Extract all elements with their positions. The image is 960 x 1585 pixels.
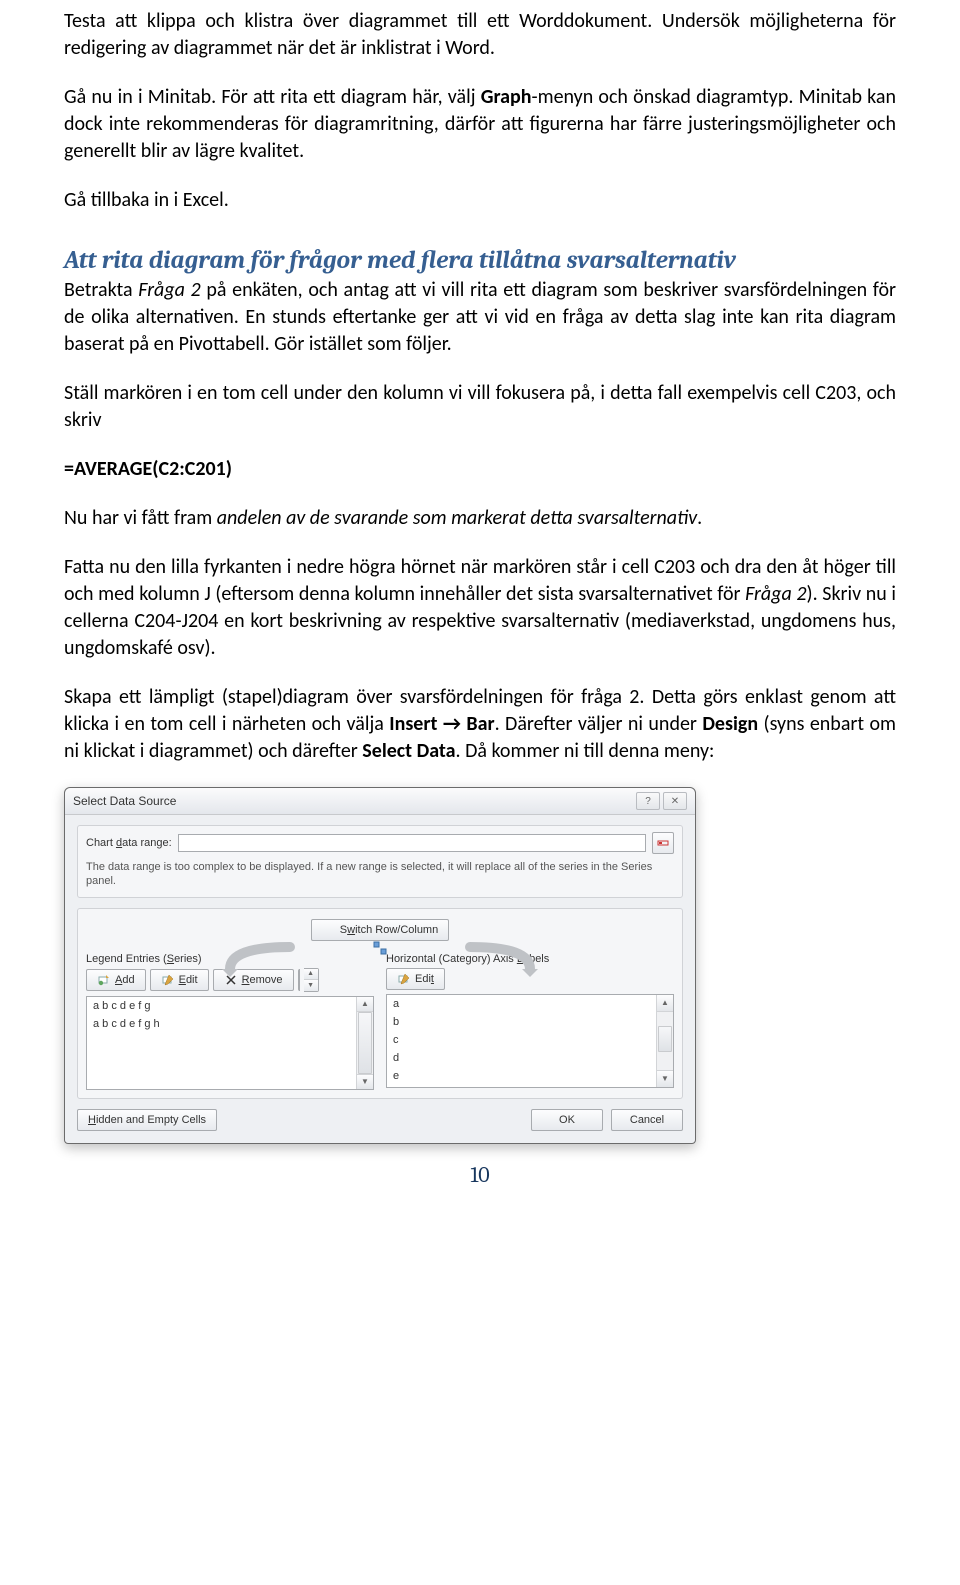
dialog-body: Chart data range: The data range is too … bbox=[65, 815, 695, 1143]
paragraph: Gå nu in i Minitab. För att rita ett dia… bbox=[64, 84, 896, 165]
legend-entries-column: Legend Entries (Series) Add bbox=[86, 953, 374, 1090]
text-run: . Därefter väljer ni under bbox=[495, 712, 703, 736]
axis-labels-listbox[interactable]: a b c d e ▲ ▼ bbox=[386, 994, 674, 1088]
text-run-italic: Fråga 2 bbox=[745, 582, 806, 606]
range-picker-button[interactable] bbox=[652, 832, 674, 854]
move-series-updown[interactable]: ▲ ▼ bbox=[304, 968, 319, 992]
list-item[interactable]: b bbox=[387, 1013, 673, 1031]
text-run: Gå nu in i Minitab. För att rita ett dia… bbox=[64, 85, 481, 109]
paragraph: Nu har vi fått fram andelen av de svaran… bbox=[64, 505, 896, 532]
text-run-bold: Select Data bbox=[362, 739, 455, 763]
series-listbox[interactable]: a b c d e f g a b c d e f g h ▲ ▼ bbox=[86, 996, 374, 1090]
scroll-down-icon: ▼ bbox=[657, 1070, 673, 1087]
ok-button[interactable]: OK bbox=[531, 1109, 603, 1131]
range-note: The data range is too complex to be disp… bbox=[86, 860, 674, 889]
section-heading: Att rita diagram för frågor med flera ti… bbox=[64, 246, 896, 275]
chart-data-range-input[interactable] bbox=[178, 834, 646, 852]
paragraph: Fatta nu den lilla fyrkanten i nedre hög… bbox=[64, 554, 896, 662]
remove-series-button[interactable]: Remove bbox=[213, 969, 294, 991]
axis-labels-column: Horizontal (Category) Axis Labels Edit bbox=[386, 953, 674, 1090]
move-up-icon: ▲ bbox=[304, 969, 318, 981]
range-label: Chart data range: bbox=[86, 837, 172, 849]
remove-icon bbox=[224, 973, 238, 987]
cancel-button[interactable]: Cancel bbox=[611, 1109, 683, 1131]
list-item[interactable]: a b c d e f g bbox=[87, 997, 373, 1015]
close-button[interactable]: ✕ bbox=[663, 792, 687, 810]
scroll-up-icon: ▲ bbox=[357, 997, 373, 1012]
paragraph: Betrakta Fråga 2 på enkäten, och antag a… bbox=[64, 277, 896, 358]
edit-icon bbox=[161, 973, 175, 987]
edit-icon bbox=[397, 972, 411, 986]
dialog-title: Select Data Source bbox=[73, 794, 633, 808]
dialog-screenshot: Select Data Source ? ✕ Chart data range: bbox=[64, 787, 896, 1144]
list-item[interactable]: d bbox=[387, 1049, 673, 1067]
page-number: 10 bbox=[64, 1162, 896, 1188]
axis-labels-label: Horizontal (Category) Axis Labels bbox=[386, 953, 674, 965]
help-button[interactable]: ? bbox=[636, 792, 660, 810]
paragraph: Ställ markören i en tom cell under den k… bbox=[64, 380, 896, 434]
paragraph: Gå tillbaka in i Excel. bbox=[64, 187, 896, 214]
collapse-dialog-icon bbox=[657, 837, 669, 849]
switch-icon bbox=[322, 923, 336, 937]
text-run: Nu har vi fått fram bbox=[64, 506, 217, 530]
text-run-bold: Graph bbox=[481, 85, 532, 109]
document-page: Testa att klippa och klistra över diagra… bbox=[0, 0, 960, 1208]
switch-row-column-button[interactable]: Switch Row/Column bbox=[311, 919, 449, 941]
edit-series-button[interactable]: Edit bbox=[150, 969, 209, 991]
list-item[interactable]: c bbox=[387, 1031, 673, 1049]
select-data-source-dialog: Select Data Source ? ✕ Chart data range: bbox=[64, 787, 696, 1144]
text-run: Betrakta bbox=[64, 278, 138, 302]
text-run-italic: Fråga 2 bbox=[138, 278, 200, 302]
scrollbar[interactable]: ▲ ▼ bbox=[356, 997, 373, 1089]
dialog-titlebar: Select Data Source ? ✕ bbox=[65, 788, 695, 815]
edit-axis-labels-button[interactable]: Edit bbox=[386, 968, 445, 990]
list-item[interactable]: a b c d e f g h bbox=[87, 1015, 373, 1033]
text-run-bold: Insert → Bar bbox=[389, 712, 494, 736]
data-range-group: Chart data range: The data range is too … bbox=[77, 825, 683, 898]
series-group: Switch Row/Column Leg bbox=[77, 908, 683, 1099]
scrollbar[interactable]: ▲ ▼ bbox=[656, 995, 673, 1087]
text-run-bold: Design bbox=[702, 712, 758, 736]
dialog-footer: Hidden and Empty Cells OK Cancel bbox=[77, 1109, 683, 1131]
text-run: . bbox=[697, 506, 702, 530]
scroll-up-icon: ▲ bbox=[657, 995, 673, 1012]
add-series-button[interactable]: Add bbox=[86, 969, 146, 991]
legend-entries-label: Legend Entries (Series) bbox=[86, 953, 374, 965]
list-item[interactable]: a bbox=[387, 995, 673, 1013]
paragraph: Testa att klippa och klistra över diagra… bbox=[64, 8, 896, 62]
scroll-down-icon: ▼ bbox=[357, 1074, 373, 1089]
switch-row-column-area: Switch Row/Column bbox=[86, 915, 674, 947]
text-run: . Då kommer ni till denna meny: bbox=[456, 739, 715, 763]
hidden-empty-cells-button[interactable]: Hidden and Empty Cells bbox=[77, 1109, 217, 1131]
list-item[interactable]: e bbox=[387, 1067, 673, 1085]
formula: =AVERAGE(C2:C201) bbox=[64, 456, 896, 483]
text-run-italic: andelen av de svarande som markerat dett… bbox=[217, 506, 697, 530]
add-icon bbox=[97, 973, 111, 987]
move-down-icon: ▼ bbox=[304, 980, 318, 991]
paragraph: Skapa ett lämpligt (stapel)diagram över … bbox=[64, 684, 896, 765]
